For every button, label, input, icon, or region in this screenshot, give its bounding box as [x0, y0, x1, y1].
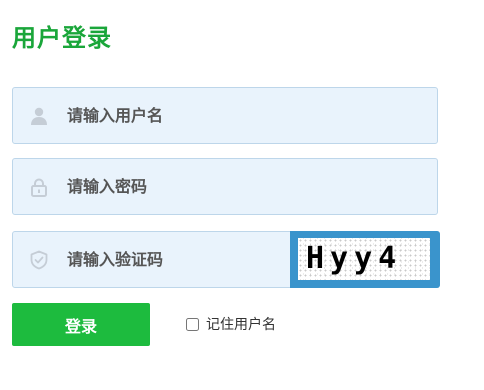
page-title: 用户登录: [12, 24, 112, 52]
password-field[interactable]: [12, 158, 438, 215]
remember-label: 记住用户名: [206, 317, 276, 333]
shield-icon: [29, 250, 49, 270]
captcha-input[interactable]: [67, 232, 297, 287]
login-button[interactable]: 登录: [12, 303, 150, 346]
captcha-text: Hyy4: [306, 241, 403, 276]
lock-icon: [29, 177, 49, 197]
login-page: 用户登录 Hyy4: [0, 0, 484, 390]
user-icon: [29, 106, 49, 126]
username-field[interactable]: [12, 87, 438, 144]
captcha-image-canvas: Hyy4: [298, 238, 430, 280]
username-input[interactable]: [67, 88, 297, 143]
password-input[interactable]: [67, 159, 297, 214]
remember-checkbox[interactable]: [186, 317, 199, 331]
captcha-image[interactable]: Hyy4: [290, 231, 440, 288]
captcha-field[interactable]: Hyy4: [12, 231, 440, 288]
remember-username[interactable]: 记住用户名: [186, 314, 276, 334]
